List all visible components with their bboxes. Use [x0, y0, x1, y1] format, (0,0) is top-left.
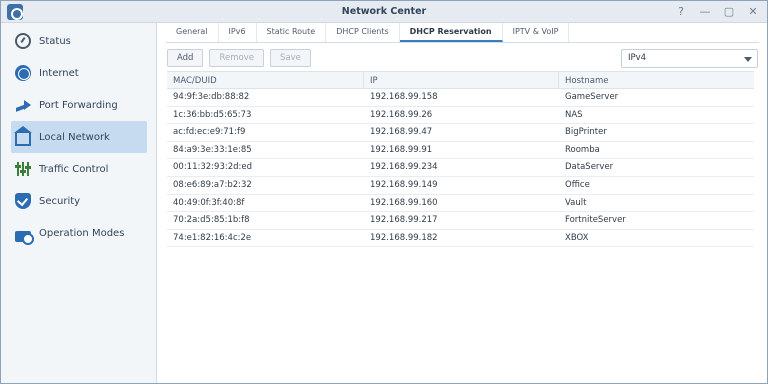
sidebar-item-label: Operation Modes — [39, 227, 125, 239]
column-header-hostname[interactable]: Hostname — [558, 72, 754, 88]
tab-bar: General IPv6 Static Route DHCP Clients D… — [166, 23, 759, 43]
mac-cell: 84:a9:3e:33:1e:85 — [173, 144, 252, 155]
minimize-icon[interactable]: — — [699, 5, 711, 18]
ip-cell: 192.168.99.234 — [370, 162, 438, 173]
window-title: Network Center — [341, 6, 427, 17]
table-row[interactable]: 00:11:32:93:2d:ed 192.168.99.234 DataServe… — [167, 159, 754, 177]
table-header: MAC/DUID IP Hostname — [167, 71, 754, 89]
hostname-cell: Roomba — [565, 144, 600, 155]
sidebar-item-operation-modes[interactable]: Operation Modes — [11, 217, 147, 249]
globe-icon — [15, 65, 31, 81]
hostname-cell: GameServer — [565, 92, 619, 102]
ip-version-value: IPv4 — [628, 53, 647, 63]
save-button[interactable]: Save — [269, 49, 311, 67]
network-center-window: Network Center ? — ▢ ✕ Status Internet P… — [0, 0, 768, 384]
ip-version-select[interactable]: IPv4 — [621, 49, 758, 68]
sidebar-item-label: Status — [39, 35, 71, 47]
table-row[interactable]: 74:e1:82:16:4c:2e 192.168.99.182 XBOX — [167, 230, 754, 248]
sidebar-item-status[interactable]: Status — [11, 25, 147, 57]
mac-cell: 94:9f:3e:db:88:82 — [173, 92, 250, 102]
arrow-icon — [15, 97, 31, 113]
hostname-cell: Office — [565, 179, 590, 190]
ip-cell: 192.168.99.182 — [370, 232, 438, 243]
home-icon — [14, 125, 32, 146]
mac-cell: 08:e6:89:a7:b2:32 — [173, 179, 252, 190]
router-icon — [15, 230, 34, 245]
ip-cell: 192.168.99.91 — [370, 144, 433, 155]
toolbar: Add Remove Save — [167, 49, 311, 67]
chevron-down-icon — [744, 57, 752, 62]
table-row[interactable]: 40:49:0f:3f:40:8f 192.168.99.160 Vault — [167, 195, 754, 213]
tab-static-route[interactable]: Static Route — [257, 23, 327, 42]
mac-cell: 00:11:32:93:2d:ed — [173, 162, 253, 173]
ip-cell: 192.168.99.47 — [370, 127, 433, 138]
remove-button[interactable]: Remove — [209, 49, 264, 67]
table-body: 94:9f:3e:db:88:82 192.168.99.158 GameServe… — [167, 89, 754, 248]
hostname-cell: DataServer — [565, 162, 614, 173]
sidebar-item-security[interactable]: Security — [11, 185, 147, 217]
gauge-icon — [15, 33, 31, 49]
ip-cell: 192.168.99.26 — [370, 109, 433, 120]
sidebar-item-label: Security — [39, 195, 81, 207]
tab-general[interactable]: General — [166, 23, 219, 42]
sidebar-item-label: Traffic Control — [39, 163, 109, 175]
sidebar-item-label: Port Forwarding — [39, 99, 118, 111]
table-row[interactable]: 1c:36:bb:d5:65:73 192.168.99.26 NAS — [167, 107, 754, 125]
table-row[interactable]: ac:fd:ec:e9:71:f9 192.168.99.47 BigPrinter — [167, 124, 754, 142]
sidebar-item-port-forwarding[interactable]: Port Forwarding — [11, 89, 147, 121]
hostname-cell: BigPrinter — [565, 127, 607, 138]
hostname-cell: NAS — [565, 109, 583, 120]
ip-cell: 192.168.99.160 — [370, 197, 438, 208]
reservation-table: MAC/DUID IP Hostname 94:9f:3e:db:88:82 19… — [167, 71, 754, 248]
tab-iptv-voip[interactable]: IPTV & VoIP — [503, 23, 570, 42]
shield-icon — [15, 193, 31, 209]
column-header-ip[interactable]: IP — [363, 72, 558, 88]
mac-cell: 1c:36:bb:d5:65:73 — [173, 109, 252, 120]
table-row[interactable]: 84:a9:3e:33:1e:85 192.168.99.91 Roomba — [167, 142, 754, 160]
mac-cell: 74:e1:82:16:4c:2e — [173, 232, 252, 243]
hostname-cell: XBOX — [565, 232, 589, 243]
close-icon[interactable]: ✕ — [747, 5, 759, 18]
title-bar: Network Center ? — ▢ ✕ — [1, 1, 767, 23]
table-row[interactable]: 08:e6:89:a7:b2:32 192.168.99.149 Office — [167, 177, 754, 195]
ip-cell: 192.168.99.217 — [370, 215, 438, 226]
tab-dhcp-clients[interactable]: DHCP Clients — [326, 23, 400, 42]
table-row[interactable]: 70:2a:d5:85:1b:f8 192.168.99.217 FortniteS… — [167, 212, 754, 230]
sliders-icon — [15, 161, 31, 177]
window-controls: ? — ▢ ✕ — [675, 5, 759, 18]
tab-dhcp-reservation[interactable]: DHCP Reservation — [399, 23, 503, 42]
main-panel: General IPv6 Static Route DHCP Clients D… — [158, 23, 767, 383]
tab-ipv6[interactable]: IPv6 — [219, 23, 257, 42]
ip-cell: 192.168.99.158 — [370, 92, 438, 102]
sidebar-item-traffic-control[interactable]: Traffic Control — [11, 153, 147, 185]
sidebar: Status Internet Port Forwarding Local Ne… — [1, 23, 157, 383]
hostname-cell: Vault — [565, 197, 587, 208]
sidebar-item-local-network[interactable]: Local Network — [11, 121, 147, 153]
add-button[interactable]: Add — [167, 49, 204, 67]
maximize-icon[interactable]: ▢ — [723, 5, 735, 18]
column-header-mac[interactable]: MAC/DUID — [167, 72, 363, 88]
sidebar-item-label: Internet — [39, 67, 79, 79]
mac-cell: ac:fd:ec:e9:71:f9 — [173, 127, 246, 138]
sidebar-item-internet[interactable]: Internet — [11, 57, 147, 89]
help-icon[interactable]: ? — [675, 5, 687, 18]
ip-cell: 192.168.99.149 — [370, 179, 438, 190]
table-row[interactable]: 94:9f:3e:db:88:82 192.168.99.158 GameServe… — [167, 89, 754, 107]
hostname-cell: FortniteServer — [565, 215, 626, 226]
mac-cell: 40:49:0f:3f:40:8f — [173, 197, 245, 208]
sidebar-item-label: Local Network — [39, 131, 110, 143]
mac-cell: 70:2a:d5:85:1b:f8 — [173, 215, 250, 226]
